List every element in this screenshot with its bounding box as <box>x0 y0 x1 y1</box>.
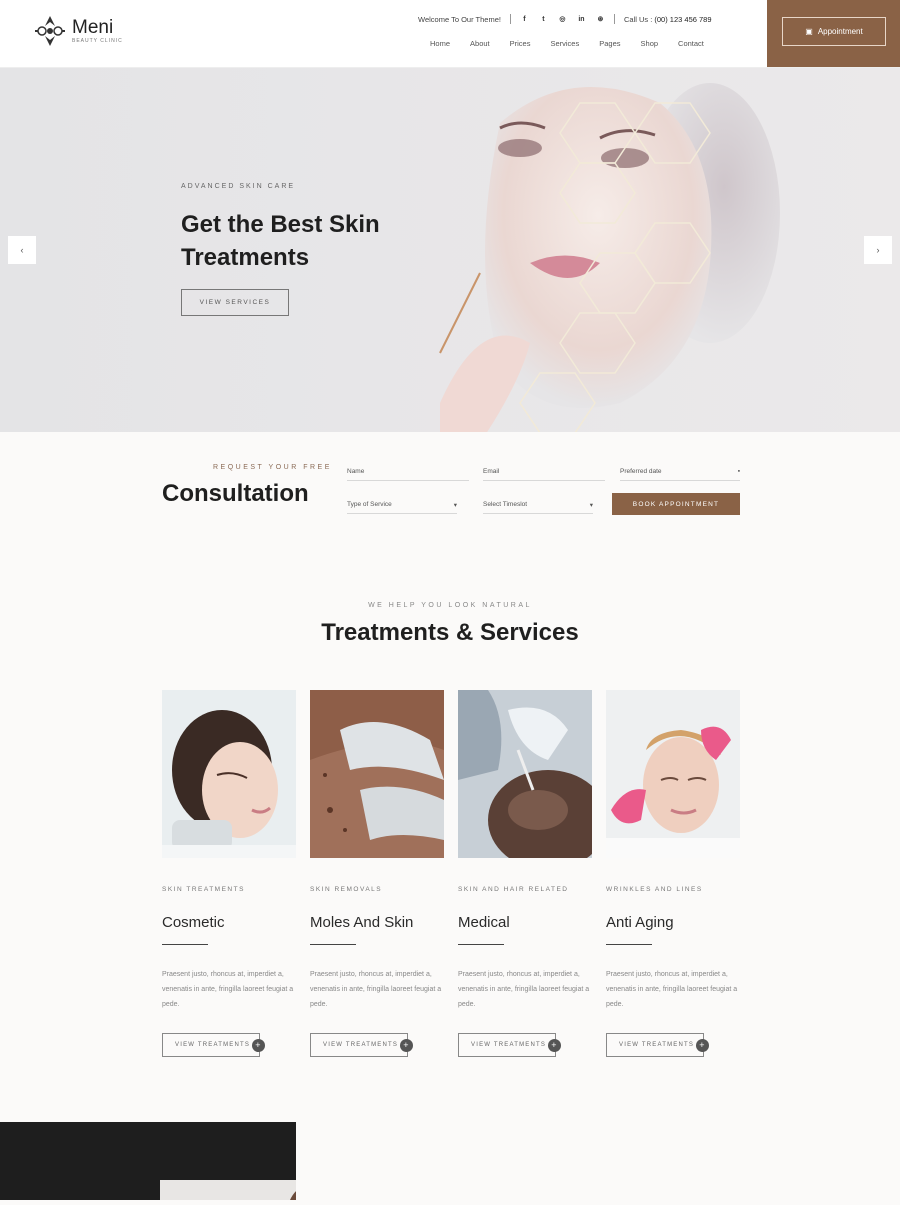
next-section-photo <box>0 1122 340 1200</box>
appointment-button[interactable]: ▣ Appointment <box>782 17 886 46</box>
service-image-moles[interactable] <box>310 690 444 858</box>
appointment-panel: ▣ Appointment <box>767 0 900 67</box>
top-bar: Welcome To Our Theme! f t ◎ in ⊛ Call Us… <box>418 13 712 25</box>
welcome-text: Welcome To Our Theme! <box>418 14 501 24</box>
hero-kicker: ADVANCED SKIN CARE <box>181 183 296 190</box>
service-card: SKIN REMOVALS Moles And Skin Praesent ju… <box>310 690 444 1057</box>
email-placeholder: Email <box>483 468 500 475</box>
linkedin-icon[interactable]: in <box>577 15 586 24</box>
service-title[interactable]: Medical <box>458 914 592 931</box>
instagram-icon[interactable]: ◎ <box>558 15 567 24</box>
nav-item-shop[interactable]: Shop <box>641 39 659 48</box>
logo[interactable]: Meni BEAUTY CLINIC <box>33 14 123 48</box>
service-card: WRINKLES AND LINES Anti Aging Praesent j… <box>606 690 740 1057</box>
nav-item-about[interactable]: About <box>470 39 490 48</box>
button-label: VIEW TREATMENTS <box>471 1042 547 1048</box>
hero-face-image <box>439 83 780 432</box>
plus-icon: + <box>548 1039 561 1052</box>
nav-item-prices[interactable]: Prices <box>510 39 531 48</box>
services-kicker: WE HELP YOU LOOK NATURAL <box>368 602 532 609</box>
logo-name: Meni <box>72 17 114 38</box>
hero-slider: ADVANCED SKIN CARE Get the Best Skin Tre… <box>0 68 900 432</box>
service-description: Praesent justo, rhoncus at, imperdiet a,… <box>458 971 590 1008</box>
book-appointment-button[interactable]: BOOK APPOINTMENT <box>612 493 740 515</box>
name-placeholder: Name <box>347 468 365 475</box>
service-category: SKIN TREATMENTS <box>162 886 245 893</box>
email-field[interactable]: Email <box>483 463 605 481</box>
nav-item-pages[interactable]: Pages <box>599 39 620 48</box>
button-label: VIEW TREATMENTS <box>175 1042 251 1048</box>
view-treatments-button[interactable]: VIEW TREATMENTS + <box>458 1033 561 1057</box>
calendar-icon: ▣ <box>805 27 813 36</box>
consultation-title: Consultation <box>162 480 309 507</box>
button-label: VIEW TREATMENTS <box>619 1042 695 1048</box>
slider-next-button[interactable]: › <box>864 236 892 264</box>
plus-icon: + <box>400 1039 413 1052</box>
logo-mark-icon <box>35 16 65 46</box>
chevron-down-icon: ▾ <box>453 501 457 509</box>
next-section-image <box>0 1122 340 1200</box>
service-title[interactable]: Anti Aging <box>606 914 740 931</box>
appointment-label: Appointment <box>817 27 863 36</box>
service-select[interactable]: Type of Service ▾ <box>347 496 457 514</box>
view-treatments-button[interactable]: VIEW TREATMENTS + <box>162 1033 265 1057</box>
service-title[interactable]: Moles And Skin <box>310 914 444 931</box>
divider <box>509 14 511 24</box>
service-description: Praesent justo, rhoncus at, imperdiet a,… <box>606 971 738 1008</box>
main-nav: Home About Prices Services Pages Shop Co… <box>430 39 724 48</box>
hero-title: Get the Best Skin Treatments <box>181 211 380 271</box>
consultation-kicker: REQUEST YOUR FREE <box>213 464 332 471</box>
plus-icon: + <box>252 1039 265 1052</box>
service-placeholder: Type of Service <box>347 501 392 508</box>
service-category: SKIN AND HAIR RELATED <box>458 886 569 893</box>
view-services-button[interactable]: VIEW SERVICES <box>181 289 289 316</box>
service-card: SKIN TREATMENTS Cosmetic Praesent justo,… <box>162 690 296 1057</box>
service-card: SKIN AND HAIR RELATED Medical Praesent j… <box>458 690 592 1057</box>
timeslot-placeholder: Select Timeslot <box>483 501 528 508</box>
logo-tagline: BEAUTY CLINIC <box>72 38 123 44</box>
nav-item-services[interactable]: Services <box>550 39 579 48</box>
nav-item-contact[interactable]: Contact <box>678 39 704 48</box>
service-category: SKIN REMOVALS <box>310 886 383 893</box>
chevron-down-icon: ▾ <box>589 501 593 509</box>
chevron-right-icon: › <box>876 245 880 255</box>
service-image-medical[interactable] <box>458 690 592 858</box>
view-treatments-button[interactable]: VIEW TREATMENTS + <box>606 1033 709 1057</box>
service-description: Praesent justo, rhoncus at, imperdiet a,… <box>162 971 294 1008</box>
call-label: Call Us : <box>623 14 653 24</box>
social-links: f t ◎ in ⊛ <box>520 15 605 24</box>
name-field[interactable]: Name <box>347 463 469 481</box>
divider <box>613 14 615 24</box>
twitter-icon[interactable]: t <box>539 15 548 24</box>
dribbble-icon[interactable]: ⊛ <box>596 15 605 24</box>
facebook-icon[interactable]: f <box>520 15 529 24</box>
service-description: Praesent justo, rhoncus at, imperdiet a,… <box>310 971 442 1008</box>
plus-icon: + <box>696 1039 709 1052</box>
service-title[interactable]: Cosmetic <box>162 914 296 931</box>
nav-item-home[interactable]: Home <box>430 39 450 48</box>
button-label: VIEW TREATMENTS <box>323 1042 399 1048</box>
phone-info[interactable]: Call Us : (00) 123 456 789 <box>624 15 712 24</box>
calendar-icon: ▪ <box>737 468 740 475</box>
divider <box>162 944 208 945</box>
chevron-left-icon: ‹ <box>20 245 24 255</box>
date-field[interactable]: Preferred date ▪ <box>620 463 740 481</box>
slider-prev-button[interactable]: ‹ <box>8 236 36 264</box>
service-image-anti-aging[interactable] <box>606 690 740 858</box>
timeslot-select[interactable]: Select Timeslot ▾ <box>483 496 593 514</box>
service-image-cosmetic[interactable] <box>162 690 296 858</box>
date-placeholder: Preferred date <box>620 468 662 475</box>
divider <box>458 944 504 945</box>
service-category: WRINKLES AND LINES <box>606 886 703 893</box>
services-title: Treatments & Services <box>321 619 579 646</box>
phone-number: (00) 123 456 789 <box>654 14 712 24</box>
view-treatments-button[interactable]: VIEW TREATMENTS + <box>310 1033 413 1057</box>
divider <box>606 944 652 945</box>
site-header: Meni BEAUTY CLINIC Welcome To Our Theme!… <box>0 0 900 68</box>
divider <box>310 944 356 945</box>
